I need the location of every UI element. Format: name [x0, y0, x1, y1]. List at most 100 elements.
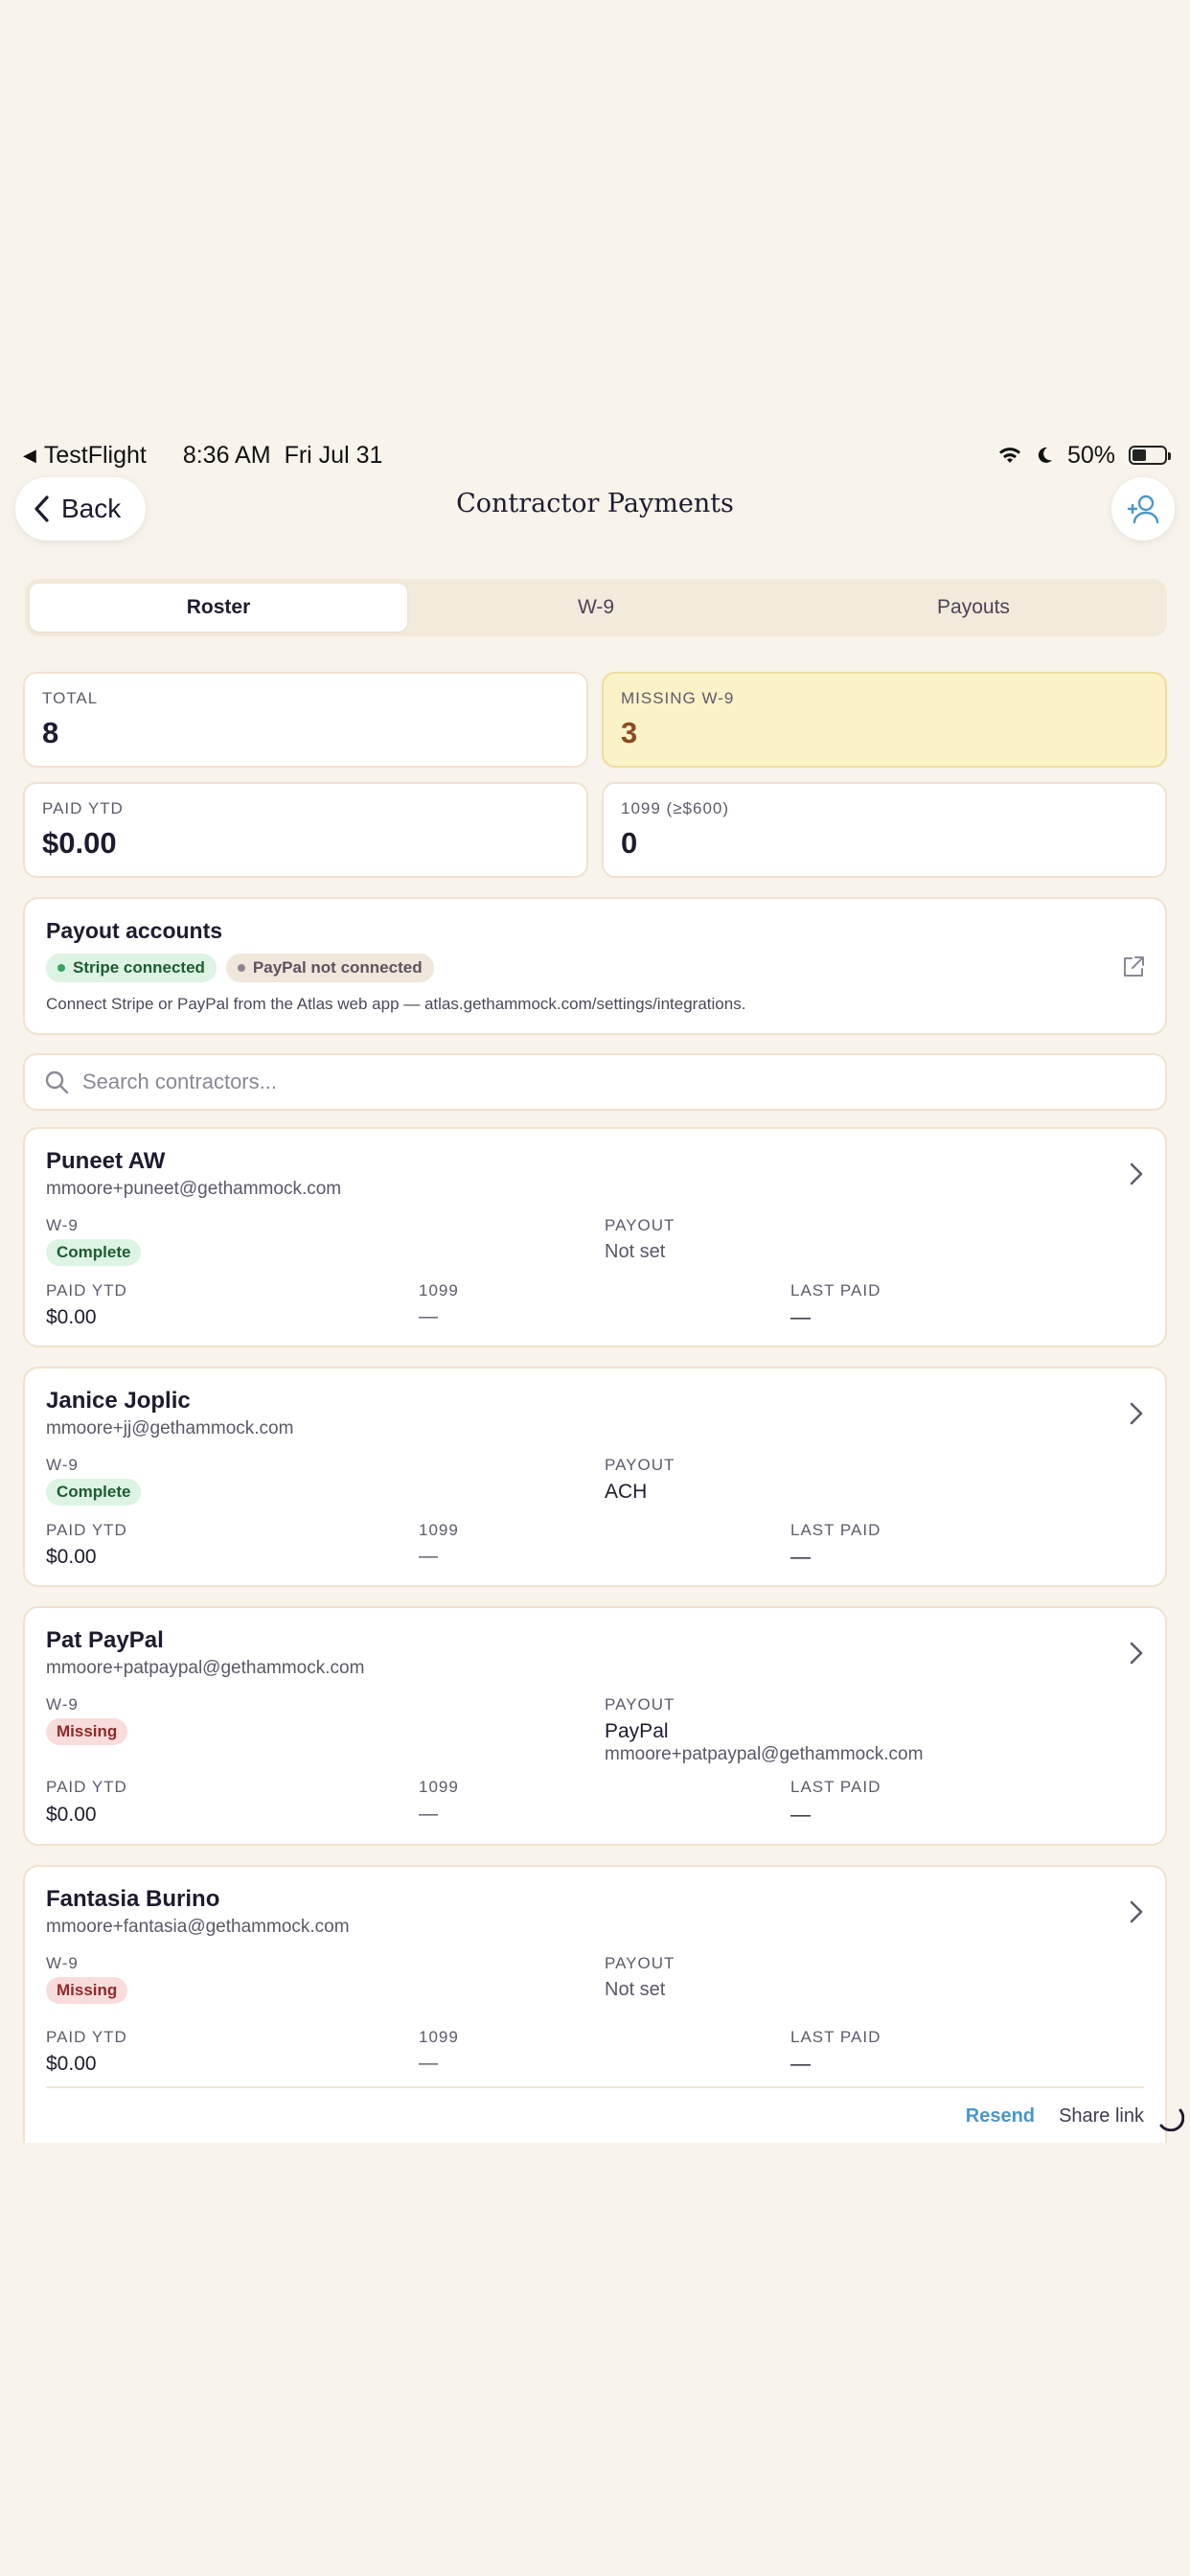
- stripe-status-label: Stripe connected: [73, 958, 205, 977]
- status-date: Fri Jul 31: [284, 441, 383, 469]
- contractor-card[interactable]: Pat PayPal mmoore+patpaypal@gethammock.c…: [23, 1606, 1167, 1846]
- contractor-name: Pat PayPal: [46, 1627, 164, 1653]
- tab-roster[interactable]: Roster: [30, 584, 407, 632]
- search-bar: [23, 1053, 1167, 1111]
- tab-bar: Roster W-9 Payouts: [25, 579, 1167, 636]
- battery-percent: 50%: [1066, 441, 1115, 469]
- card-divider: [46, 2086, 1144, 2088]
- payout-label: PAYOUT: [605, 1695, 675, 1714]
- stat-paid-ytd-value: $0.00: [42, 826, 117, 860]
- external-link-icon: [1124, 956, 1144, 977]
- stat-missing-w9-label: MISSING W-9: [621, 689, 735, 707]
- w9-label: W-9: [46, 1216, 79, 1234]
- payout-value: Not set: [605, 1241, 666, 1262]
- last-paid-label: LAST PAID: [790, 1281, 881, 1300]
- moon-icon: [1038, 447, 1052, 463]
- 1099-label: 1099: [419, 1521, 459, 1539]
- tab-w9[interactable]: W-9: [407, 584, 785, 632]
- status-bar: ◀ TestFlight 8:36 AM Fri Jul 31 50%: [23, 436, 1171, 474]
- status-app[interactable]: TestFlight: [44, 442, 147, 470]
- stat-missing-w9-value: 3: [621, 716, 638, 749]
- stat-total-value: 8: [42, 716, 59, 749]
- page: ◀ TestFlight 8:36 AM Fri Jul 31 50% Back…: [0, 0, 1190, 2576]
- contractor-name: Janice Joplic: [46, 1388, 191, 1414]
- stripe-status-badge: Stripe connected: [46, 954, 217, 982]
- last-paid-value: —: [790, 1546, 811, 1568]
- tab-payouts[interactable]: Payouts: [785, 584, 1162, 632]
- add-contractor-button[interactable]: [1111, 477, 1175, 540]
- contractor-card[interactable]: Janice Joplic mmoore+jj@gethammock.com W…: [23, 1367, 1167, 1587]
- share-link-button[interactable]: Share link: [1059, 2105, 1144, 2128]
- status-dot-icon: [237, 964, 245, 972]
- paid-ytd-value: $0.00: [46, 1804, 97, 1826]
- paid-ytd-label: PAID YTD: [46, 1778, 127, 1796]
- wifi-icon: [998, 448, 1020, 463]
- last-paid-value: —: [790, 1306, 811, 1328]
- w9-label: W-9: [46, 1954, 79, 1972]
- payout-label: PAYOUT: [605, 1456, 675, 1474]
- contractor-card[interactable]: Fantasia Burino mmoore+fantasia@gethammo…: [23, 1865, 1167, 2143]
- chevron-right-icon: [1130, 1162, 1143, 1185]
- contractor-name: Puneet AW: [46, 1148, 166, 1174]
- battery-icon: [1129, 446, 1171, 465]
- paid-ytd-value: $0.00: [46, 1546, 97, 1568]
- payout-value: Not set: [605, 1979, 666, 2000]
- payout-accounts-note: Connect Stripe or PayPal from the Atlas …: [46, 995, 746, 1013]
- w9-label: W-9: [46, 1695, 79, 1714]
- open-external-button[interactable]: [1121, 954, 1146, 984]
- search-input[interactable]: [82, 1070, 1165, 1094]
- contractor-email: mmoore+jj@gethammock.com: [46, 1418, 294, 1438]
- stat-missing-w9[interactable]: MISSING W-9 3: [602, 672, 1167, 768]
- last-paid-value: —: [790, 2053, 811, 2075]
- paid-ytd-label: PAID YTD: [46, 1281, 127, 1300]
- stat-paid-ytd-label: PAID YTD: [42, 799, 124, 817]
- contractor-email: mmoore+puneet@gethammock.com: [46, 1179, 342, 1199]
- chevron-right-icon: [1130, 1642, 1143, 1665]
- contractor-email: mmoore+fantasia@gethammock.com: [46, 1917, 350, 1937]
- payout-accounts-card: Payout accounts Stripe connected PayPal …: [23, 897, 1167, 1035]
- stat-1099-label: 1099 (≥$600): [621, 799, 730, 817]
- 1099-label: 1099: [419, 1778, 459, 1796]
- w9-status-badge: Complete: [46, 1239, 142, 1266]
- paypal-status-label: PayPal not connected: [252, 958, 423, 977]
- payout-accounts-title: Payout accounts: [46, 918, 223, 943]
- w9-label: W-9: [46, 1456, 79, 1474]
- paid-ytd-value: $0.00: [46, 2053, 97, 2075]
- back-to-app-icon[interactable]: ◀: [23, 446, 36, 466]
- 1099-value: —: [419, 2053, 438, 2074]
- last-paid-label: LAST PAID: [790, 2028, 881, 2046]
- search-icon: [45, 1070, 69, 1094]
- payout-value: ACH: [605, 1481, 648, 1503]
- last-paid-label: LAST PAID: [790, 1521, 881, 1539]
- page-title: Contractor Payments: [456, 489, 734, 518]
- status-dot-icon: [57, 964, 65, 972]
- add-user-icon: [1127, 494, 1159, 524]
- chevron-right-icon: [1130, 1900, 1143, 1923]
- stat-1099-value: 0: [621, 826, 638, 860]
- 1099-value: —: [419, 1306, 438, 1327]
- w9-status-badge: Missing: [46, 1718, 128, 1745]
- stat-total: TOTAL 8: [23, 672, 588, 768]
- 1099-value: —: [419, 1804, 438, 1825]
- last-paid-label: LAST PAID: [790, 1778, 881, 1796]
- paid-ytd-label: PAID YTD: [46, 1521, 127, 1539]
- 1099-label: 1099: [419, 1281, 459, 1300]
- payout-detail: mmoore+patpaypal@gethammock.com: [605, 1744, 924, 1764]
- resend-button[interactable]: Resend: [966, 2105, 1035, 2128]
- stat-total-label: TOTAL: [42, 689, 99, 707]
- stat-1099: 1099 (≥$600) 0: [602, 782, 1167, 878]
- w9-status-badge: Missing: [46, 1977, 128, 2004]
- status-time: 8:36 AM: [182, 441, 271, 469]
- w9-status-badge: Complete: [46, 1479, 142, 1506]
- last-paid-value: —: [790, 1804, 811, 1826]
- contractor-email: mmoore+patpaypal@gethammock.com: [46, 1658, 365, 1678]
- payout-label: PAYOUT: [605, 1216, 675, 1234]
- 1099-value: —: [419, 1546, 438, 1567]
- payout-label: PAYOUT: [605, 1954, 675, 1972]
- paid-ytd-label: PAID YTD: [46, 2028, 127, 2046]
- chevron-right-icon: [1130, 1402, 1143, 1425]
- contractor-card[interactable]: Puneet AW mmoore+puneet@gethammock.com W…: [23, 1127, 1167, 1347]
- contractor-name: Fantasia Burino: [46, 1886, 220, 1912]
- payout-value: PayPal: [605, 1720, 669, 1742]
- loading-spinner-icon: [1159, 2108, 1184, 2131]
